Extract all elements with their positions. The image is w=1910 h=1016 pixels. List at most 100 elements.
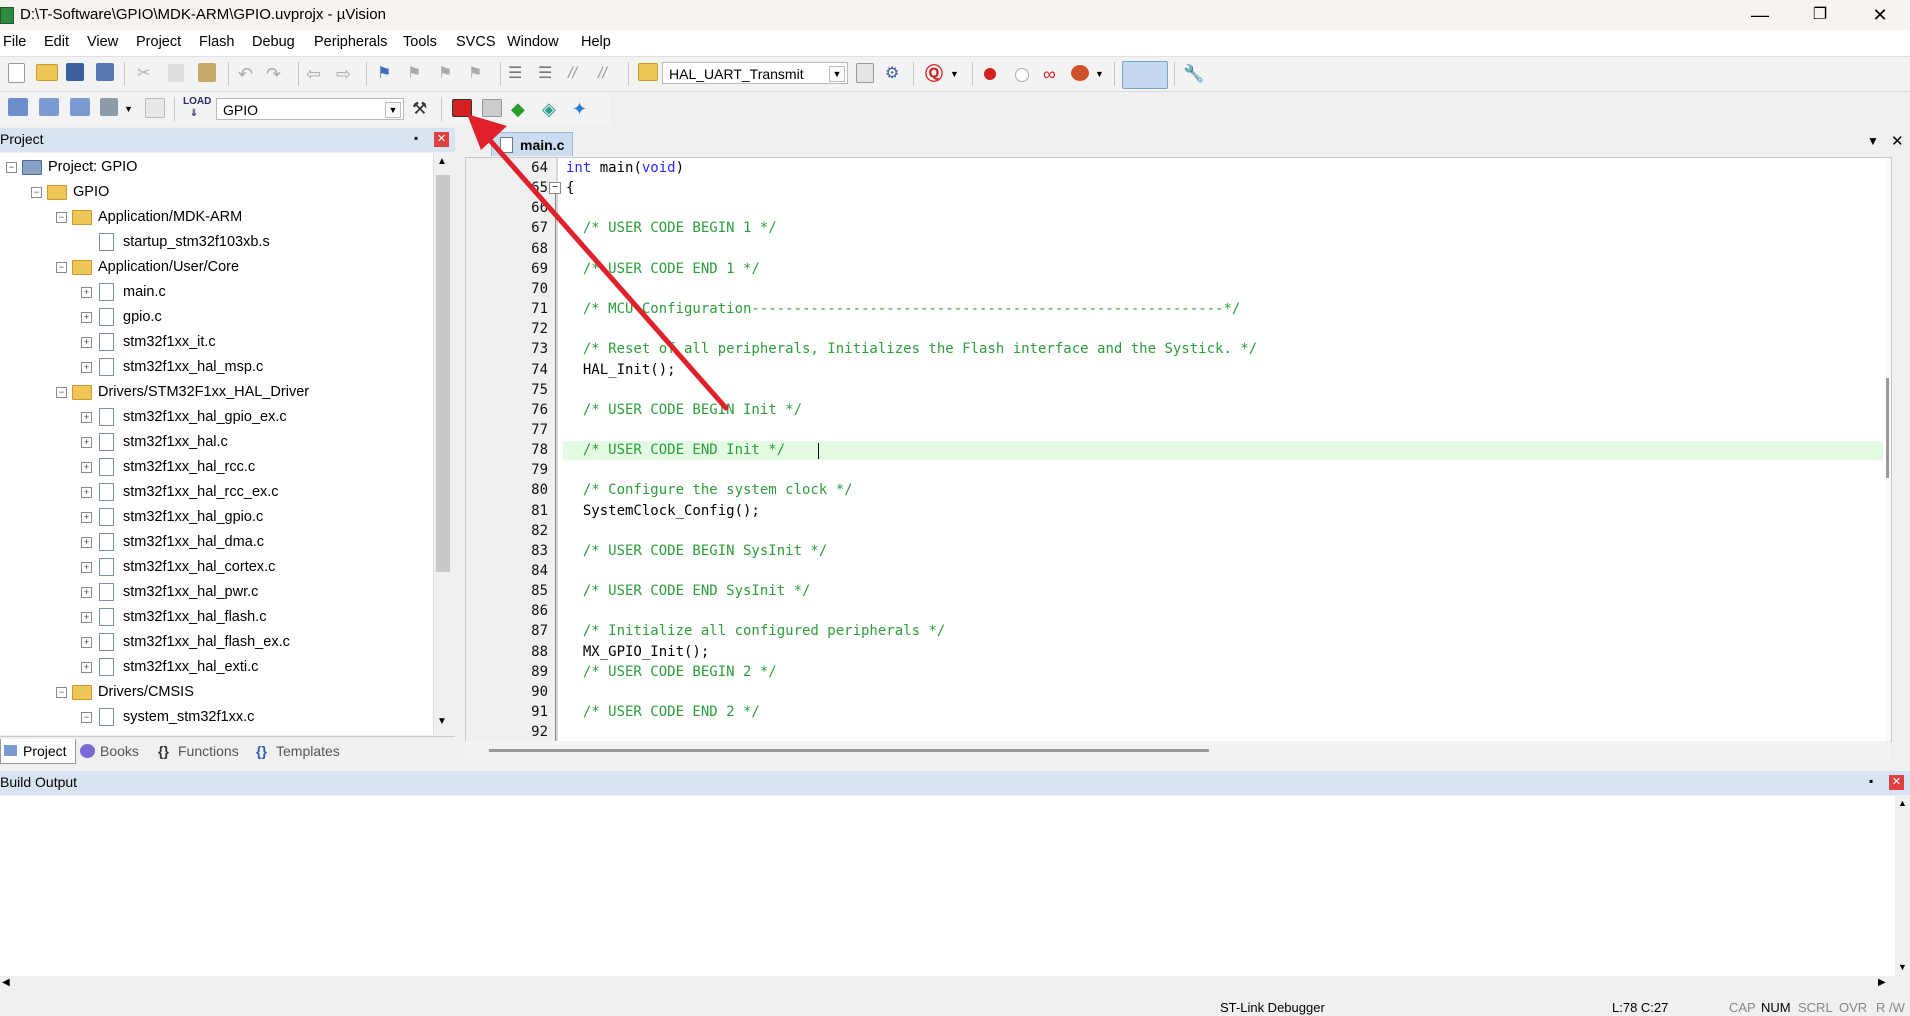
- expand-toggle-icon[interactable]: −: [81, 712, 92, 723]
- scroll-left-icon[interactable]: ◀: [2, 977, 10, 988]
- build-output-pane[interactable]: [0, 796, 1895, 976]
- clear-bookmarks-icon[interactable]: ⚑: [468, 63, 490, 85]
- scroll-down-icon[interactable]: ▼: [437, 716, 447, 727]
- close-icon[interactable]: ✕: [434, 132, 449, 147]
- code-line[interactable]: /* USER CODE BEGIN 1 */: [566, 220, 777, 236]
- manage-project-items-icon[interactable]: [482, 99, 502, 117]
- code-line[interactable]: /* USER CODE END 2 */: [566, 704, 760, 720]
- tree-file[interactable]: + stm32f1xx_hal_rcc.c: [0, 455, 433, 479]
- paste-icon[interactable]: [198, 63, 216, 82]
- restore-button[interactable]: ❐: [1790, 0, 1850, 30]
- expand-toggle-icon[interactable]: +: [81, 612, 92, 623]
- cut-icon[interactable]: ✂: [137, 63, 159, 85]
- scroll-down-icon[interactable]: ▼: [1898, 962, 1907, 972]
- scroll-up-icon[interactable]: ▲: [1898, 798, 1907, 808]
- tree-file[interactable]: + stm32f1xx_hal_exti.c: [0, 655, 433, 679]
- batch-build-icon[interactable]: [100, 98, 118, 116]
- expand-toggle-icon[interactable]: +: [81, 437, 92, 448]
- build-output-vscrollbar[interactable]: ▲ ▼: [1895, 796, 1910, 976]
- expand-toggle-icon[interactable]: −: [6, 162, 17, 173]
- tree-file[interactable]: + stm32f1xx_hal_msp.c: [0, 355, 433, 379]
- chevron-down-icon[interactable]: ▼: [829, 66, 845, 82]
- tree-file[interactable]: + stm32f1xx_hal_rcc_ex.c: [0, 480, 433, 504]
- nav-forward-icon[interactable]: ⇨: [336, 63, 358, 85]
- minimize-button[interactable]: —: [1730, 0, 1790, 30]
- code-line[interactable]: SystemClock_Config();: [566, 503, 760, 519]
- translate-icon[interactable]: [8, 98, 28, 116]
- rebuild-icon[interactable]: [70, 98, 90, 116]
- unindent-icon[interactable]: ☰: [538, 63, 560, 85]
- tree-file[interactable]: + stm32f1xx_hal_flash.c: [0, 605, 433, 629]
- tab-templates[interactable]: {} Templates: [254, 739, 372, 763]
- tree-file[interactable]: startup_stm32f103xb.s: [0, 230, 433, 254]
- expand-toggle-icon[interactable]: +: [81, 412, 92, 423]
- stm32cubemx-icon[interactable]: ✦: [572, 98, 594, 120]
- menu-file[interactable]: File: [3, 34, 26, 50]
- new-file-icon[interactable]: [8, 63, 25, 83]
- menu-debug[interactable]: Debug: [252, 34, 295, 50]
- tree-project-root[interactable]: − Project: GPIO: [0, 155, 433, 179]
- configure-icon[interactable]: 🔧: [1183, 63, 1205, 85]
- menu-flash[interactable]: Flash: [199, 34, 234, 50]
- bookmark-icon[interactable]: ⚑: [377, 63, 399, 85]
- code-line[interactable]: /* USER CODE BEGIN 2 */: [566, 664, 777, 680]
- tree-file[interactable]: + stm32f1xx_hal_cortex.c: [0, 555, 433, 579]
- nav-back-icon[interactable]: ⇦: [306, 63, 328, 85]
- select-software-packs-icon[interactable]: ◆: [511, 98, 533, 120]
- target-combo[interactable]: GPIO ▼: [216, 98, 404, 120]
- code-line[interactable]: {: [566, 180, 574, 196]
- code-line[interactable]: /* USER CODE END SysInit */: [566, 583, 811, 599]
- code-editor[interactable]: 64 65 66 67 68 69 70 71 72 73 74 75 76 77 78 79 80 81 82 83…: [465, 157, 1892, 742]
- pack-installer-icon[interactable]: ◈: [542, 98, 564, 120]
- code-line[interactable]: /* Reset of all peripherals, Initializes…: [566, 341, 1257, 357]
- expand-toggle-icon[interactable]: +: [81, 512, 92, 523]
- code-line[interactable]: MX_GPIO_Init();: [566, 644, 709, 660]
- menu-project[interactable]: Project: [136, 34, 181, 50]
- chevron-down-icon[interactable]: ▼: [385, 102, 401, 118]
- next-bookmark-icon[interactable]: ⚑: [438, 63, 460, 85]
- code-line[interactable]: int main(void): [566, 160, 684, 176]
- pin-icon[interactable]: ▪: [1869, 774, 1873, 788]
- tree-file[interactable]: + stm32f1xx_hal_gpio_ex.c: [0, 405, 433, 429]
- chevron-down-icon[interactable]: ▼: [950, 63, 972, 85]
- tree-file[interactable]: + stm32f1xx_hal_pwr.c: [0, 580, 433, 604]
- expand-toggle-icon[interactable]: +: [81, 637, 92, 648]
- uncomment-icon[interactable]: //: [598, 63, 620, 85]
- scroll-thumb[interactable]: [1886, 378, 1889, 478]
- expand-toggle-icon[interactable]: +: [81, 312, 92, 323]
- find-combo[interactable]: HAL_UART_Transmit ▼: [662, 62, 848, 84]
- tree-file[interactable]: + stm32f1xx_hal_gpio.c: [0, 505, 433, 529]
- expand-toggle-icon[interactable]: +: [81, 487, 92, 498]
- code-line[interactable]: /* Configure the system clock */: [566, 482, 853, 498]
- fold-toggle-icon[interactable]: −: [549, 182, 561, 194]
- tree-group[interactable]: − Application/User/Core: [0, 255, 433, 279]
- menu-view[interactable]: View: [87, 34, 118, 50]
- code-line[interactable]: /* MCU Configuration--------------------…: [566, 301, 1240, 317]
- expand-toggle-icon[interactable]: −: [56, 687, 67, 698]
- expand-toggle-icon[interactable]: +: [81, 537, 92, 548]
- project-tree-scrollbar[interactable]: ▲ ▼: [433, 153, 453, 735]
- pin-icon[interactable]: ▪: [414, 131, 418, 145]
- tree-file[interactable]: + stm32f1xx_hal_dma.c: [0, 530, 433, 554]
- disable-breakpoint-icon[interactable]: [1015, 68, 1029, 82]
- menu-help[interactable]: Help: [581, 34, 611, 50]
- menu-peripherals[interactable]: Peripherals: [314, 34, 387, 50]
- editor-horizontal-scrollbar[interactable]: [465, 741, 1890, 761]
- find-in-files-icon[interactable]: [638, 63, 658, 81]
- breakpoint-icon[interactable]: [984, 68, 996, 80]
- expand-toggle-icon[interactable]: −: [56, 387, 67, 398]
- tree-group[interactable]: − Drivers/STM32F1xx_HAL_Driver: [0, 380, 433, 404]
- code-line[interactable]: /* USER CODE END Init */: [566, 442, 785, 458]
- tab-books[interactable]: Books: [78, 739, 166, 763]
- undo-icon[interactable]: ↶: [238, 63, 260, 85]
- redo-icon[interactable]: ↷: [266, 63, 288, 85]
- code-line[interactable]: HAL_Init();: [566, 362, 676, 378]
- build-output-hscrollbar[interactable]: ◀ ▶: [0, 976, 1895, 992]
- expand-toggle-icon[interactable]: +: [81, 462, 92, 473]
- tree-file[interactable]: + stm32f1xx_it.c: [0, 330, 433, 354]
- expand-toggle-icon[interactable]: +: [81, 562, 92, 573]
- options-for-target-icon[interactable]: ⚒: [412, 98, 434, 120]
- code-line[interactable]: /* USER CODE BEGIN SysInit */: [566, 543, 827, 559]
- incremental-find-icon[interactable]: ⚙: [885, 63, 907, 85]
- code-line[interactable]: /* USER CODE END 1 */: [566, 261, 760, 277]
